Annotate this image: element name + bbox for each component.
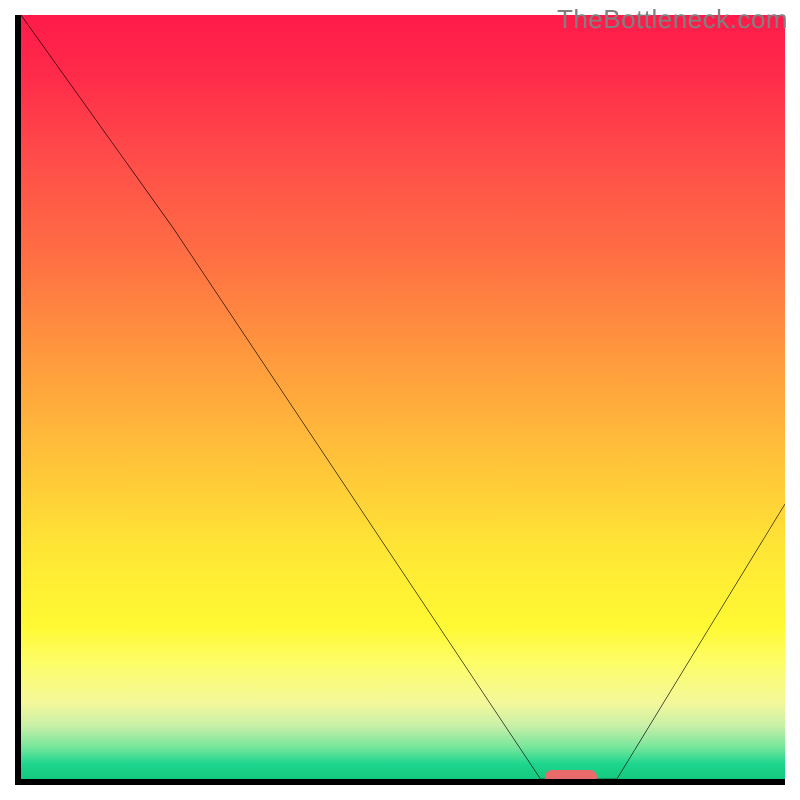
watermark-text: TheBottleneck.com — [557, 4, 788, 35]
chart-frame: TheBottleneck.com — [0, 0, 800, 800]
bottleneck-curve — [21, 15, 785, 779]
plot-area — [15, 15, 785, 785]
optimal-marker — [545, 770, 597, 784]
